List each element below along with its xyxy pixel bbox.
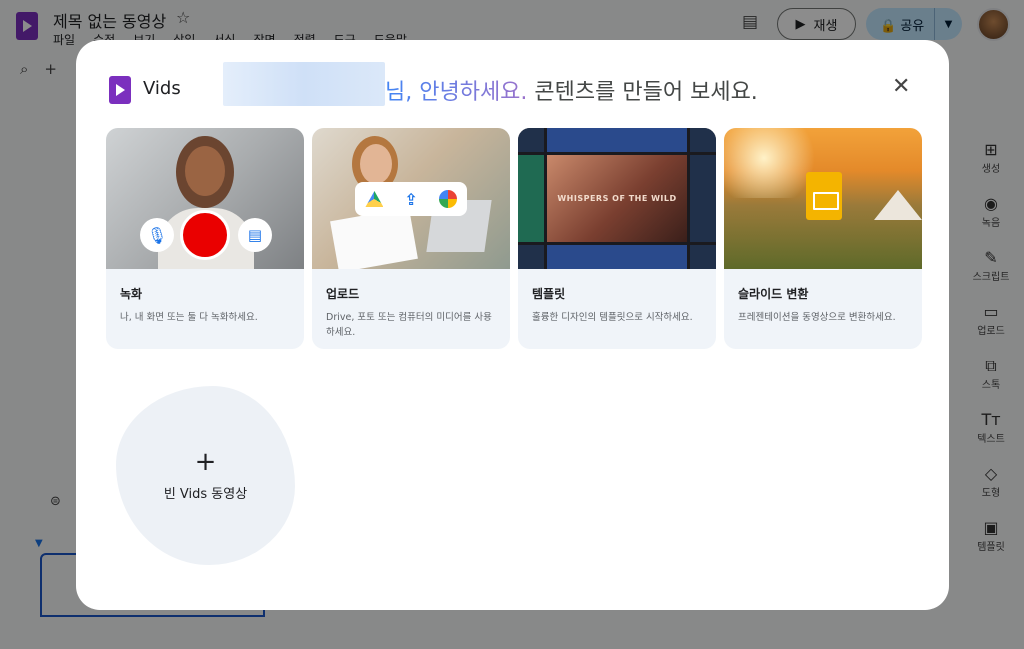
create-dialog: Vids 님, 안녕하세요. 콘텐츠를 만들어 보세요. ✕ 🎙 ▤ 녹화 나,… <box>76 40 949 610</box>
google-drive-icon <box>365 191 384 207</box>
template-tile <box>518 245 544 269</box>
card-description: Drive, 포토 또는 컴퓨터의 미디어를 사용하세요. <box>326 312 492 338</box>
template-thumbnail: WHISPERS OF THE WILD <box>518 128 716 269</box>
card-description: 나, 내 화면 또는 둘 다 녹화하세요. <box>120 312 258 323</box>
template-tile <box>547 245 687 269</box>
record-thumbnail: 🎙 ▤ <box>106 128 304 269</box>
template-grid: WHISPERS OF THE WILD <box>518 128 716 269</box>
greeting: 님, 안녕하세요. 콘텐츠를 만들어 보세요. <box>385 74 758 106</box>
slides-thumbnail <box>724 128 922 269</box>
greeting-rest: 콘텐츠를 만들어 보세요. <box>534 80 758 105</box>
google-photos-icon <box>438 190 457 208</box>
woman-face <box>360 144 392 184</box>
card-description: 프레젠테이션을 동영상으로 변환하세요. <box>738 312 896 323</box>
paper <box>330 207 418 269</box>
upload-source-bar: ⇪ <box>355 182 467 216</box>
person-face <box>185 146 225 196</box>
microphone-icon: 🎙 <box>140 218 174 252</box>
google-slides-icon <box>806 172 842 220</box>
template-tile <box>518 128 544 152</box>
vids-logo-icon <box>109 76 131 104</box>
template-tile <box>690 245 716 269</box>
card-title: 업로드 <box>326 287 360 301</box>
card-record[interactable]: 🎙 ▤ 녹화 나, 내 화면 또는 둘 다 녹화하세요. <box>106 128 304 349</box>
card-template[interactable]: WHISPERS OF THE WILD 템플릿 훌륭한 디자인의 템플릿으로 … <box>518 128 716 349</box>
record-button-icon <box>180 210 230 260</box>
dialog-brand: Vids <box>143 78 181 99</box>
card-description: 훌륭한 디자인의 템플릿으로 시작하세요. <box>532 312 693 323</box>
card-upload[interactable]: ⇪ 업로드 Drive, 포토 또는 컴퓨터의 미디어를 사용하세요. <box>312 128 510 349</box>
template-tile <box>690 155 716 242</box>
card-title: 녹화 <box>120 287 143 301</box>
template-tile <box>547 128 687 152</box>
document-icon: ▤ <box>238 218 272 252</box>
upload-icon: ⇪ <box>404 189 418 209</box>
user-name-redacted <box>223 62 385 106</box>
blank-video-label: 빈 Vids 동영상 <box>163 487 248 502</box>
template-preview-title: WHISPERS OF THE WILD <box>547 155 687 242</box>
blank-video-button[interactable]: + 빈 Vids 동영상 <box>116 386 295 565</box>
card-title: 슬라이드 변환 <box>738 287 809 301</box>
template-tile <box>690 128 716 152</box>
plus-icon: + <box>194 447 217 477</box>
card-title: 템플릿 <box>532 287 566 301</box>
template-tile <box>518 155 544 242</box>
creation-options: 🎙 ▤ 녹화 나, 내 화면 또는 둘 다 녹화하세요. ⇪ 업로드 Drive <box>106 128 922 349</box>
upload-thumbnail: ⇪ <box>312 128 510 269</box>
greeting-highlight: 님, 안녕하세요. <box>385 80 528 105</box>
card-convert-slides[interactable]: 슬라이드 변환 프레젠테이션을 동영상으로 변환하세요. <box>724 128 922 349</box>
close-icon[interactable]: ✕ <box>892 74 910 99</box>
tent <box>874 190 922 220</box>
